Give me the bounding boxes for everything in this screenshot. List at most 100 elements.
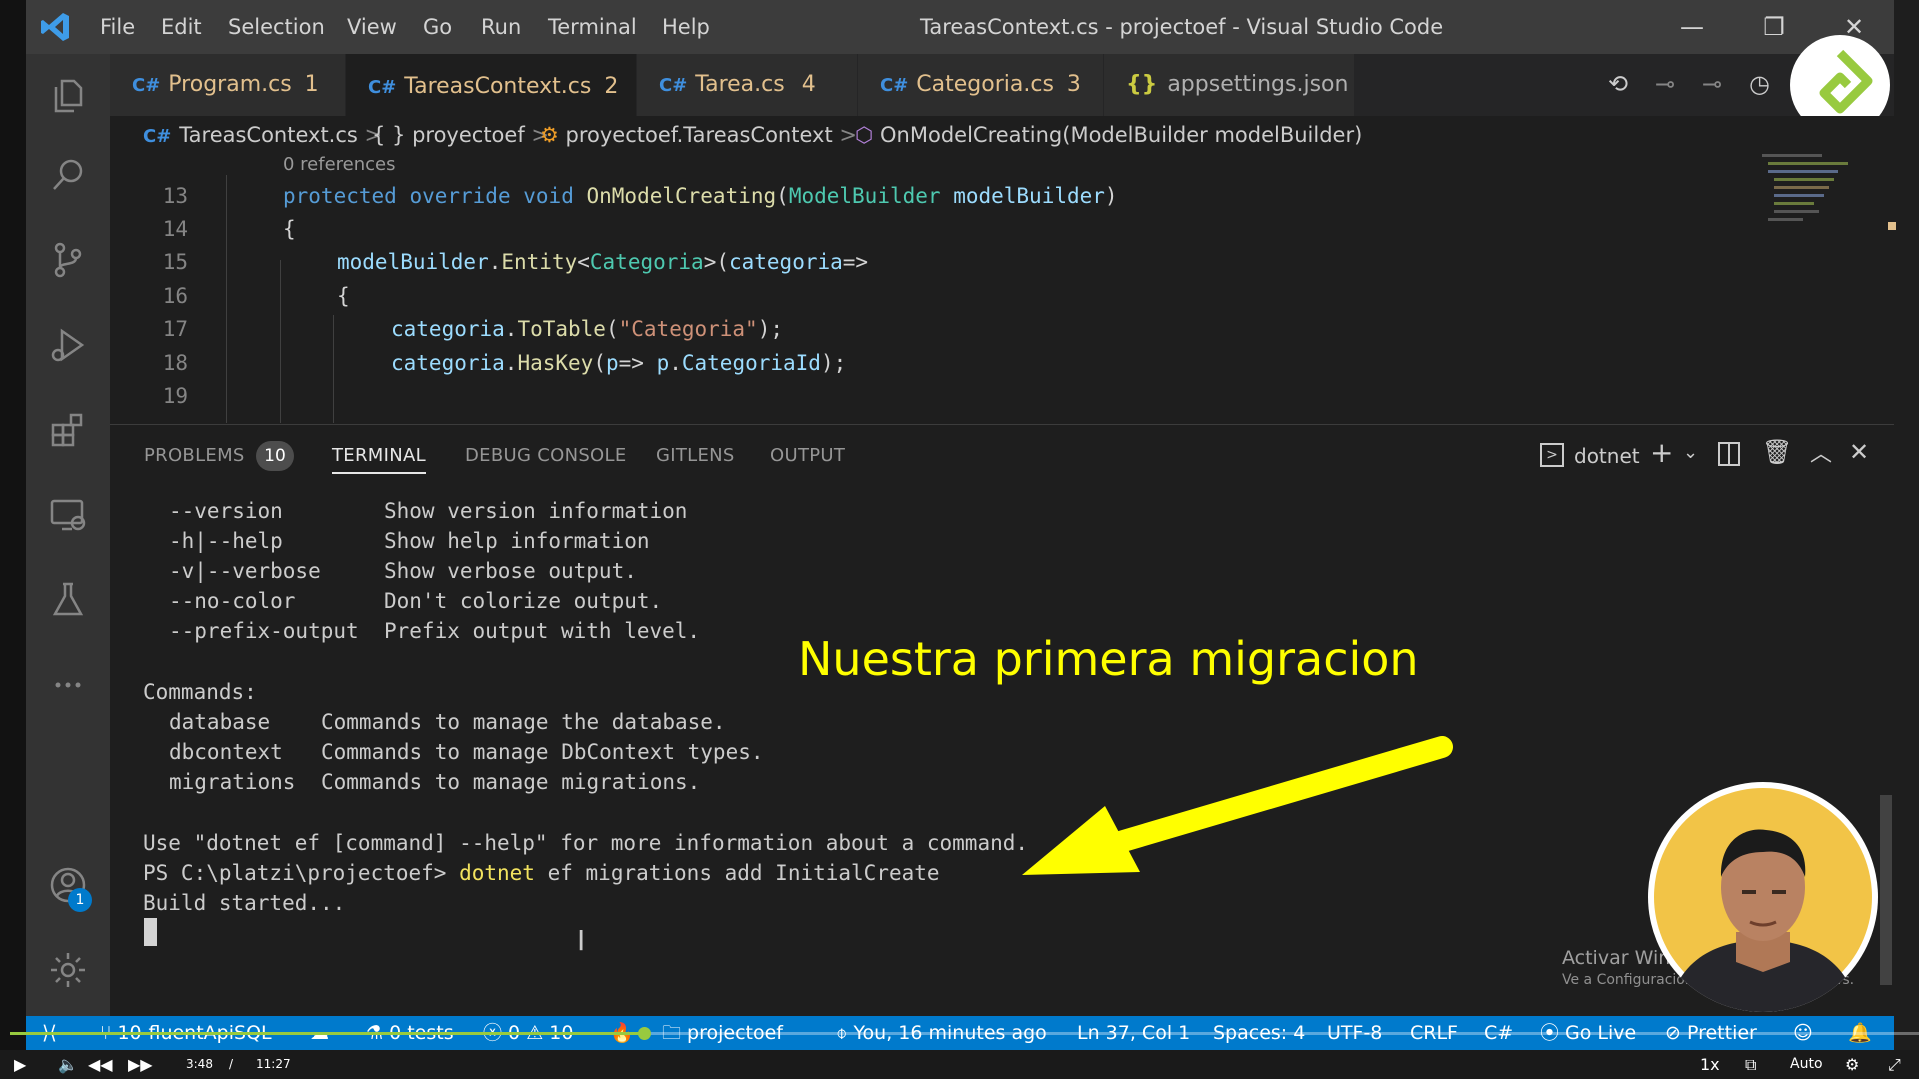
- tab-debug-console[interactable]: DEBUG CONSOLE: [465, 440, 627, 472]
- accounts-badge: 1: [68, 888, 92, 912]
- split-terminal-icon[interactable]: [1718, 442, 1740, 466]
- terminal-build-line: Build started...: [143, 891, 346, 915]
- terminal-option-flag: -h|--help: [169, 529, 283, 553]
- menu-edit[interactable]: Edit: [161, 0, 202, 54]
- terminal-command-name: database: [169, 710, 271, 734]
- terminal-scrollbar[interactable]: [1880, 795, 1892, 985]
- presenter-webcam: [1648, 782, 1878, 1012]
- terminal-command-exe: dotnet: [459, 861, 535, 885]
- tab-tarea-cs[interactable]: C# Tarea.cs 4: [637, 54, 857, 116]
- tab-tareascontext-cs[interactable]: C#TareasContext.cs 2 ✕: [346, 54, 659, 116]
- source-control-icon[interactable]: [26, 225, 110, 295]
- video-frame-edge: [0, 0, 26, 1079]
- settings-gear-icon[interactable]: ⚙: [1845, 1050, 1859, 1079]
- tab-program-cs[interactable]: C# Program.cs 1: [110, 54, 345, 116]
- tab-gitlens[interactable]: GITLENS: [656, 440, 735, 472]
- code-line[interactable]: modelBuilder.Entity<Categoria>(categoria…: [337, 246, 868, 279]
- csharp-file-icon: C#: [132, 75, 161, 96]
- menu-help[interactable]: Help: [662, 0, 710, 54]
- tab-problems[interactable]: PROBLEMS: [144, 440, 245, 472]
- fullscreen-icon[interactable]: ⤢: [1888, 1050, 1901, 1079]
- menu-file[interactable]: File: [100, 0, 135, 54]
- maximize-panel-icon[interactable]: ︿: [1810, 436, 1832, 468]
- menu-terminal[interactable]: Terminal: [548, 0, 637, 54]
- terminal-option-flag: -v|--verbose: [169, 559, 321, 583]
- indent-guide: [226, 175, 227, 423]
- chevron-down-icon[interactable]: ⌄: [1683, 442, 1698, 463]
- terminal-command-desc: Commands to manage DbContext types.: [321, 740, 764, 764]
- tab-output[interactable]: OUTPUT: [770, 440, 845, 472]
- terminal-shell-icon: >: [1540, 443, 1564, 467]
- playback-speed[interactable]: 1x: [1700, 1050, 1720, 1079]
- terminal-command-line: PS C:\platzi\projectoef> dotnet ef migra…: [143, 858, 940, 888]
- line-number: 17: [162, 317, 188, 341]
- line-number: 19: [162, 384, 188, 408]
- quality-select[interactable]: Auto: [1790, 1050, 1823, 1079]
- remote-explorer-icon[interactable]: [26, 480, 110, 550]
- terminal-commands-header: Commands:: [143, 680, 257, 704]
- terminal-instance-select[interactable]: dotnet: [1574, 440, 1640, 472]
- next-change-icon[interactable]: ⊸: [1702, 70, 1722, 98]
- menu-selection[interactable]: Selection: [228, 0, 325, 54]
- play-icon[interactable]: ▶: [14, 1050, 26, 1079]
- minimap[interactable]: [1762, 154, 1872, 422]
- fast-forward-icon[interactable]: ▶▶: [128, 1050, 153, 1079]
- rewind-icon[interactable]: ◀◀: [88, 1050, 113, 1079]
- video-progress-fill: [10, 1032, 644, 1035]
- previous-change-icon[interactable]: ⊸: [1655, 70, 1675, 98]
- terminal-command-name: migrations: [169, 770, 296, 794]
- new-terminal-icon[interactable]: +: [1650, 436, 1673, 469]
- breadcrumb-file[interactable]: C# TareasContext.cs >: [143, 116, 382, 154]
- csharp-file-icon: C#: [143, 126, 172, 147]
- run-debug-icon[interactable]: [26, 310, 110, 380]
- search-icon[interactable]: [26, 140, 110, 210]
- tab-categoria-cs[interactable]: C# Categoria.cs 3: [858, 54, 1103, 116]
- explorer-icon[interactable]: [26, 60, 110, 130]
- code-line[interactable]: {: [337, 280, 350, 313]
- line-number: 13: [162, 184, 188, 208]
- close-panel-icon[interactable]: ✕: [1849, 438, 1869, 466]
- breadcrumb-namespace[interactable]: { } proyectoef >: [372, 116, 549, 154]
- timeline-icon[interactable]: ◷: [1749, 70, 1770, 98]
- menu-run[interactable]: Run: [481, 0, 521, 54]
- menu-view[interactable]: View: [347, 0, 397, 54]
- terminal-command-desc: Commands to manage migrations.: [321, 770, 701, 794]
- volume-icon[interactable]: 🔈: [58, 1050, 78, 1079]
- indent-guide: [280, 260, 281, 423]
- video-current-time: 3:48: [186, 1057, 213, 1071]
- text-cursor-icon: I: [577, 924, 586, 957]
- code-line[interactable]: {: [283, 213, 296, 246]
- terminal-option-desc: Show help information: [384, 529, 650, 553]
- tab-terminal[interactable]: TERMINAL: [332, 440, 426, 474]
- video-time-separator: /: [229, 1057, 234, 1071]
- json-file-icon: {}: [1126, 72, 1158, 97]
- code-line[interactable]: protected override void OnModelCreating(…: [283, 180, 1118, 213]
- picture-in-picture-icon[interactable]: ⧉: [1745, 1050, 1756, 1079]
- minimize-icon[interactable]: —: [1670, 10, 1714, 44]
- video-progress-knob[interactable]: [638, 1027, 651, 1040]
- manage-gear-icon[interactable]: [26, 935, 110, 1005]
- gitlens-compare-icon[interactable]: ⟲: [1608, 70, 1628, 98]
- terminal-option-flag: --prefix-output: [169, 619, 359, 643]
- code-line[interactable]: categoria.HasKey(p=> p.CategoriaId);: [391, 347, 846, 380]
- video-duration: 11:27: [256, 1057, 291, 1071]
- tab-appsettings-json[interactable]: {} appsettings.json: [1104, 54, 1354, 116]
- codelens-references[interactable]: 0 references: [283, 154, 396, 176]
- yellow-arrow-icon: [1010, 720, 1460, 880]
- terminal-option-flag: --version: [169, 499, 283, 523]
- breadcrumb-class[interactable]: ⚙ proyectoef.TareasContext >: [540, 116, 857, 154]
- terminal-option-desc: Show verbose output.: [384, 559, 637, 583]
- accounts-icon[interactable]: [26, 850, 110, 920]
- more-icon[interactable]: [26, 650, 110, 720]
- code-line[interactable]: categoria.ToTable("Categoria");: [391, 313, 783, 346]
- scrollbar-marker: [1888, 222, 1896, 230]
- testing-icon[interactable]: [26, 565, 110, 635]
- menu-go[interactable]: Go: [423, 0, 452, 54]
- extensions-icon[interactable]: [26, 395, 110, 465]
- trash-icon[interactable]: 🗑: [1762, 438, 1792, 466]
- panel-divider: [110, 424, 1894, 425]
- terminal-option-desc: Show version information: [384, 499, 688, 523]
- breadcrumb-method[interactable]: ⬡ OnModelCreating(ModelBuilder modelBuil…: [855, 116, 1362, 154]
- csharp-file-icon: C#: [659, 75, 688, 96]
- problems-count-badge: 10: [256, 441, 294, 471]
